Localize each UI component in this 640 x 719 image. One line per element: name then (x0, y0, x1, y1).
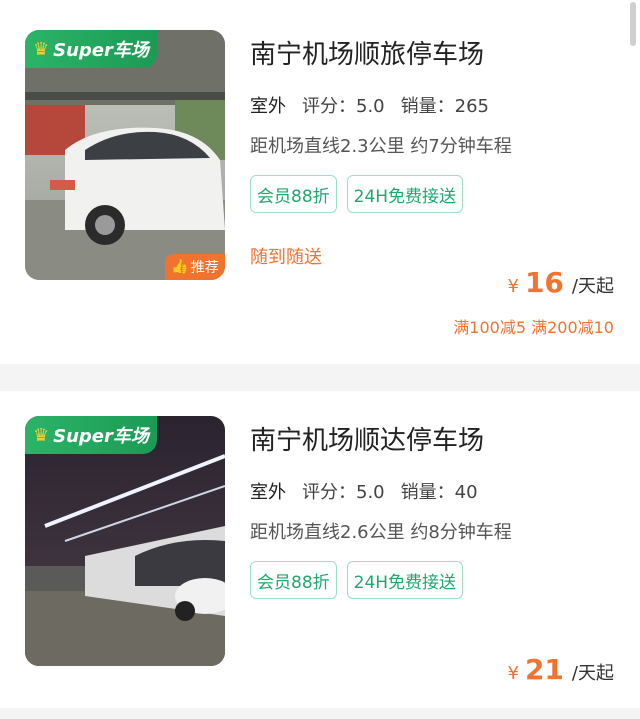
rating: 评分：5.0 (302, 96, 385, 117)
member-discount-tag: 会员88折 (250, 561, 337, 599)
super-badge-label: Super车场 (53, 426, 149, 447)
shuttle-tag: 24H免费接送 (346, 561, 464, 599)
currency-symbol: ¥ (507, 276, 519, 297)
recommend-label: 推荐 (190, 260, 219, 276)
pickup-info: 随到随送 (250, 247, 322, 268)
outdoor-label: 室外 (250, 478, 288, 506)
sales-count: 销量：265 (400, 96, 489, 117)
distance-info: 距机场直线2.3公里 约7分钟车程 (250, 136, 512, 157)
parking-card[interactable]: ♛ Super车场 👍 推荐 南宁机场顺旅停车场 室外 评分：5.0 销量：26… (0, 0, 640, 364)
super-badge: ♛ Super车场 (25, 30, 157, 68)
shuttle-tag: 24H免费接送 (346, 175, 464, 213)
price-unit: /天起 (571, 663, 614, 684)
thumbs-up-icon: 👍 (171, 259, 189, 275)
super-badge-label: Super车场 (53, 40, 149, 61)
crown-icon: ♛ (33, 38, 50, 60)
price-value: 21 (524, 653, 564, 686)
parking-title[interactable]: 南宁机场顺旅停车场 (250, 34, 484, 71)
discount-info: 满100减5 满200减10 (453, 318, 614, 337)
currency-symbol: ¥ (507, 663, 519, 684)
benefit-tags: 会员88折 24H免费接送 (250, 561, 464, 599)
crown-icon: ♛ (33, 424, 50, 446)
outdoor-label: 室外 (250, 92, 288, 120)
parking-meta: 室外 评分：5.0 销量：40 (250, 478, 478, 506)
member-discount-tag: 会员88折 (250, 175, 337, 213)
parking-title[interactable]: 南宁机场顺达停车场 (250, 420, 484, 457)
price: ¥ 16 /天起 (508, 266, 615, 299)
parking-meta: 室外 评分：5.0 销量：265 (250, 92, 489, 120)
parking-photo[interactable]: ♛ Super车场 (25, 416, 225, 666)
price-value: 16 (524, 266, 564, 299)
distance-info: 距机场直线2.6公里 约8分钟车程 (250, 522, 512, 543)
parking-card[interactable]: ♛ Super车场 南宁机场顺达停车场 室外 评分：5.0 销量：40 距机场直… (0, 391, 640, 708)
price: ¥ 21 /天起 (508, 653, 615, 686)
benefit-tags: 会员88折 24H免费接送 (250, 175, 464, 213)
recommend-badge: 👍 推荐 (165, 254, 225, 280)
parking-photo[interactable]: ♛ Super车场 👍 推荐 (25, 30, 225, 280)
sales-count: 销量：40 (400, 482, 478, 503)
scrollbar[interactable] (630, 2, 636, 46)
price-unit: /天起 (571, 276, 614, 297)
rating: 评分：5.0 (302, 482, 385, 503)
super-badge: ♛ Super车场 (25, 416, 157, 454)
